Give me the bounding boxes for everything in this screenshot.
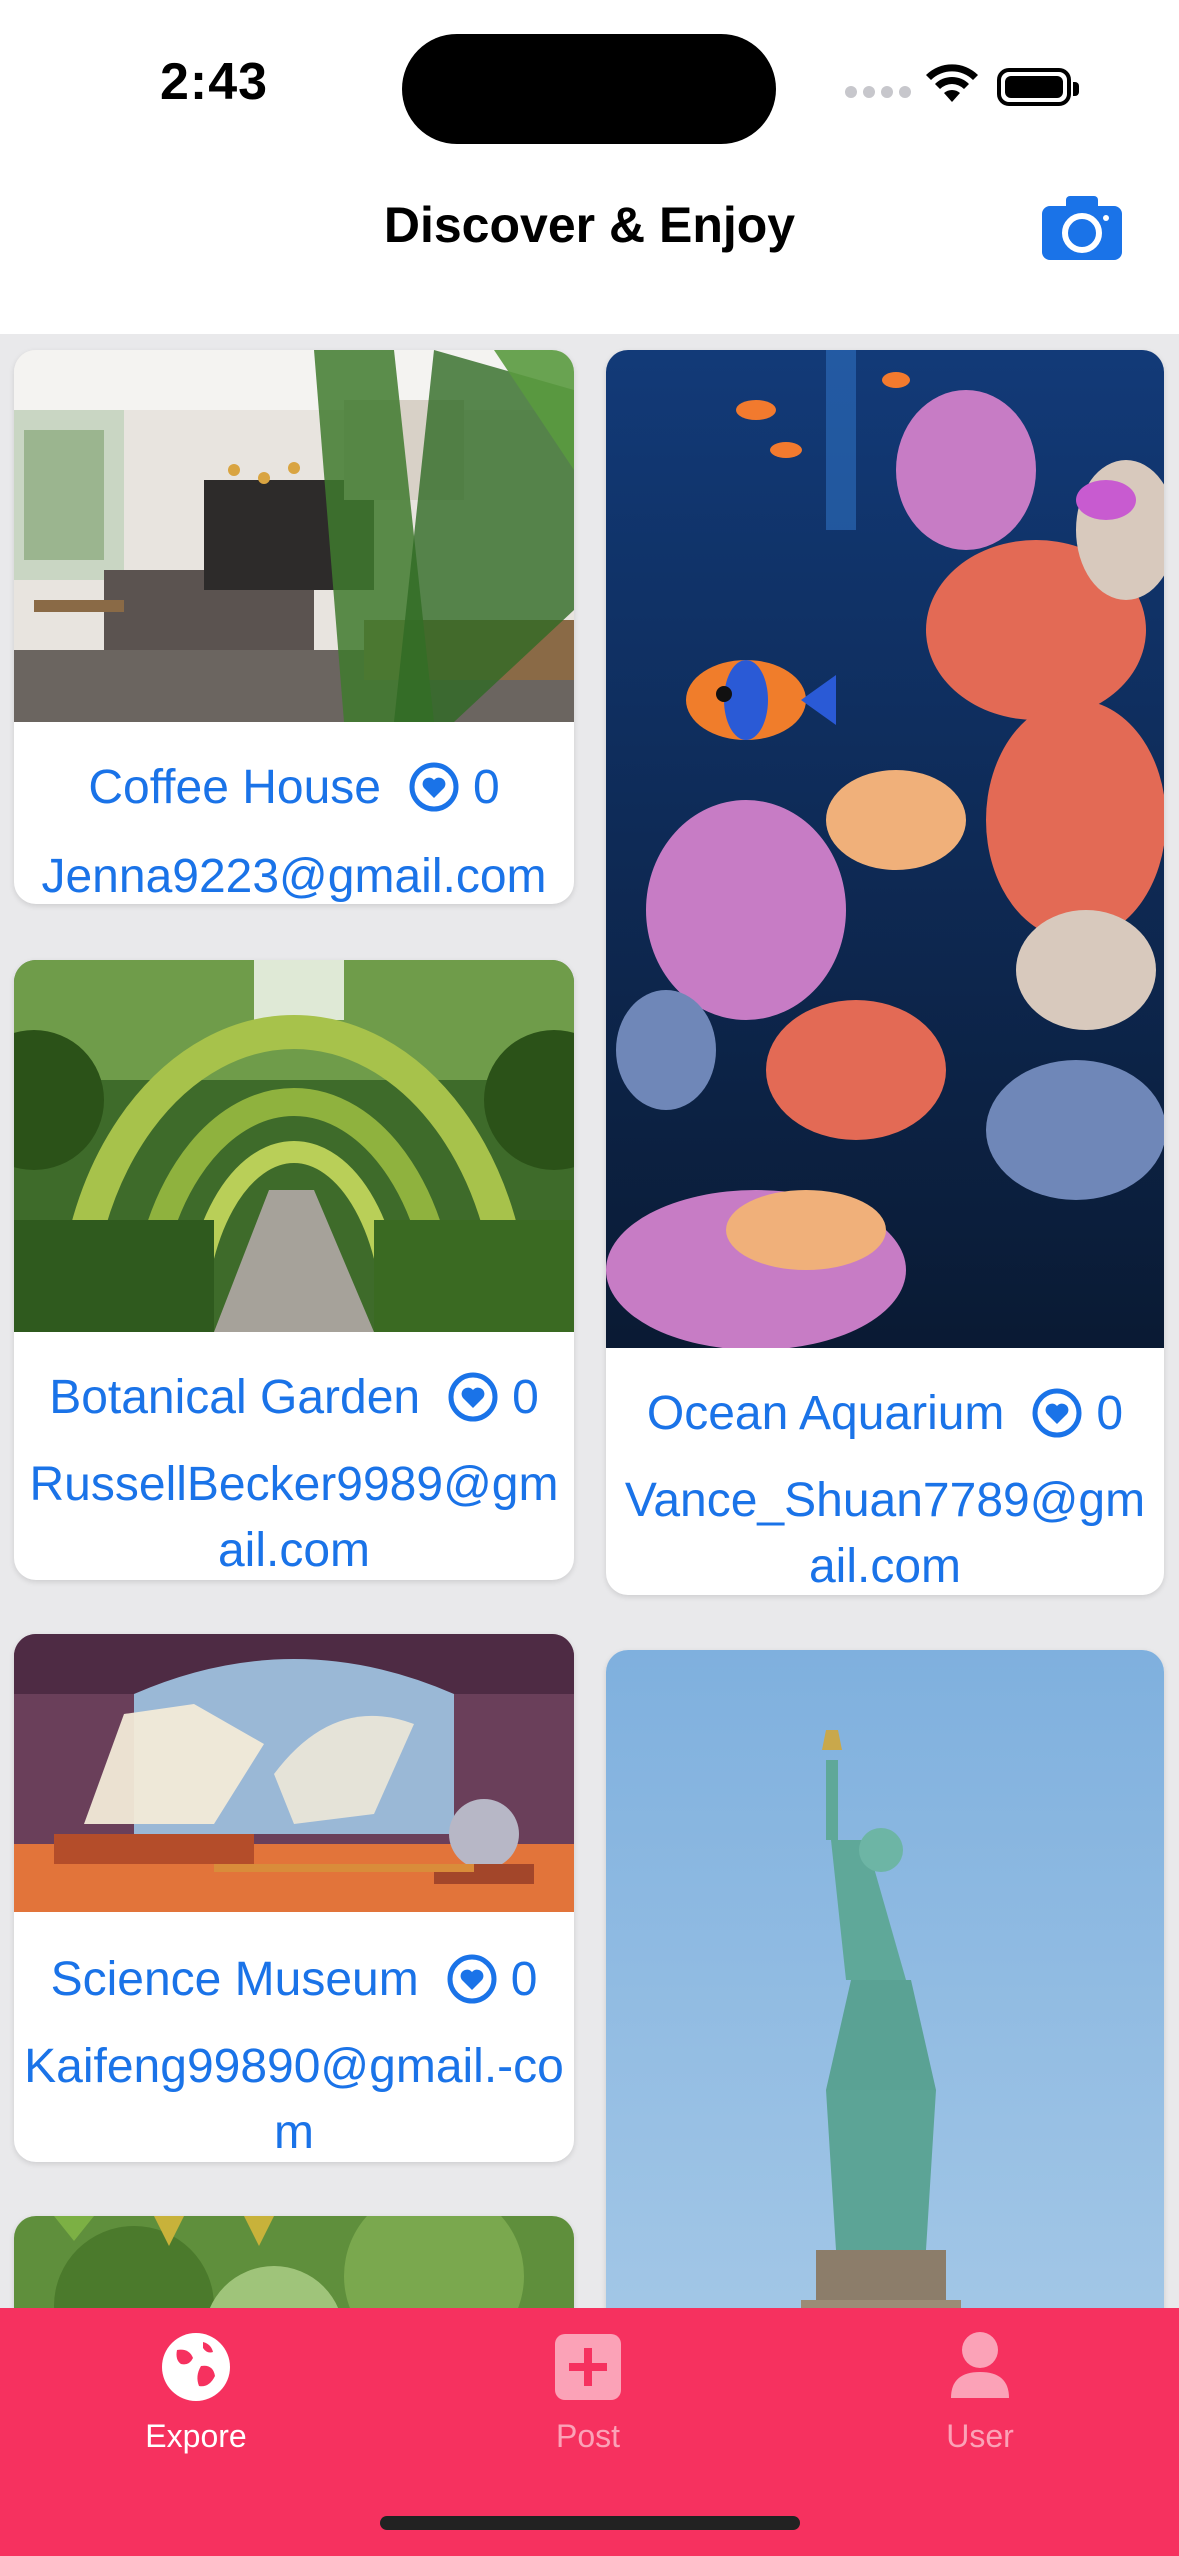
heart-icon[interactable] (447, 1954, 497, 2004)
globe-icon (162, 2333, 230, 2401)
like-count: 0 (510, 1952, 538, 2006)
coffee-house-photo (14, 350, 574, 722)
place-name: Botanical Garden (49, 1370, 421, 1424)
like-count: 0 (512, 1370, 539, 1424)
card-title-row: Botanical Garden 0 (14, 1362, 574, 1432)
place-name: Ocean Aquarium (646, 1386, 1005, 1440)
place-name: Science Museum (50, 1952, 419, 2006)
person-icon (951, 2332, 1009, 2398)
camera-icon[interactable] (1042, 196, 1122, 260)
ocean-aquarium-photo (606, 350, 1164, 1348)
card-title-row: Ocean Aquarium 0 (606, 1378, 1164, 1448)
place-name: Coffee House (88, 760, 381, 814)
dynamic-island (402, 34, 776, 144)
tab-user[interactable]: User (860, 2308, 1100, 2488)
place-card[interactable]: Science Museum 0 Kaifeng99890@gmail.-com (14, 1634, 574, 2162)
heart-icon[interactable] (409, 762, 459, 812)
place-card[interactable]: Ocean Aquarium 0 Vance_Shuan7789@gmail.c… (606, 350, 1164, 1595)
tab-label: Expore (145, 2418, 247, 2454)
science-museum-photo (14, 1634, 574, 1912)
botanical-garden-photo (14, 960, 574, 1332)
battery-icon (997, 68, 1079, 106)
author-email: RussellBecker9989@gmail.com (29, 1458, 559, 1577)
card-title-row: Science Museum 0 (14, 1944, 574, 2014)
tab-explore[interactable]: Expore (76, 2308, 316, 2488)
place-card[interactable]: Botanical Garden 0 RussellBecker9989@gma… (14, 960, 574, 1580)
author-email: Vance_Shuan7789@gmail.com (624, 1474, 1146, 1593)
plus-square-icon (555, 2334, 621, 2400)
tab-label: Post (555, 2418, 621, 2454)
author-email: Jenna9223@gmail.com (41, 850, 547, 903)
place-card[interactable]: Coffee House 0 Jenna9223@gmail.com (14, 350, 574, 904)
status-time: 2:43 (160, 53, 269, 111)
top-bar: 2:43 Discover & Enjoy (0, 0, 1179, 334)
heart-icon[interactable] (448, 1372, 498, 1422)
card-title-row: Coffee House 0 (14, 752, 574, 822)
tab-post[interactable]: Post (468, 2308, 708, 2488)
page-title: Discover & Enjoy (383, 197, 796, 253)
like-count: 0 (1096, 1386, 1124, 1440)
like-count: 0 (472, 760, 500, 814)
heart-icon[interactable] (1032, 1388, 1082, 1438)
wifi-icon (926, 64, 978, 102)
tab-label: User (946, 2418, 1014, 2454)
home-indicator (380, 2516, 800, 2530)
author-email: Kaifeng99890@gmail.-com (24, 2040, 564, 2159)
